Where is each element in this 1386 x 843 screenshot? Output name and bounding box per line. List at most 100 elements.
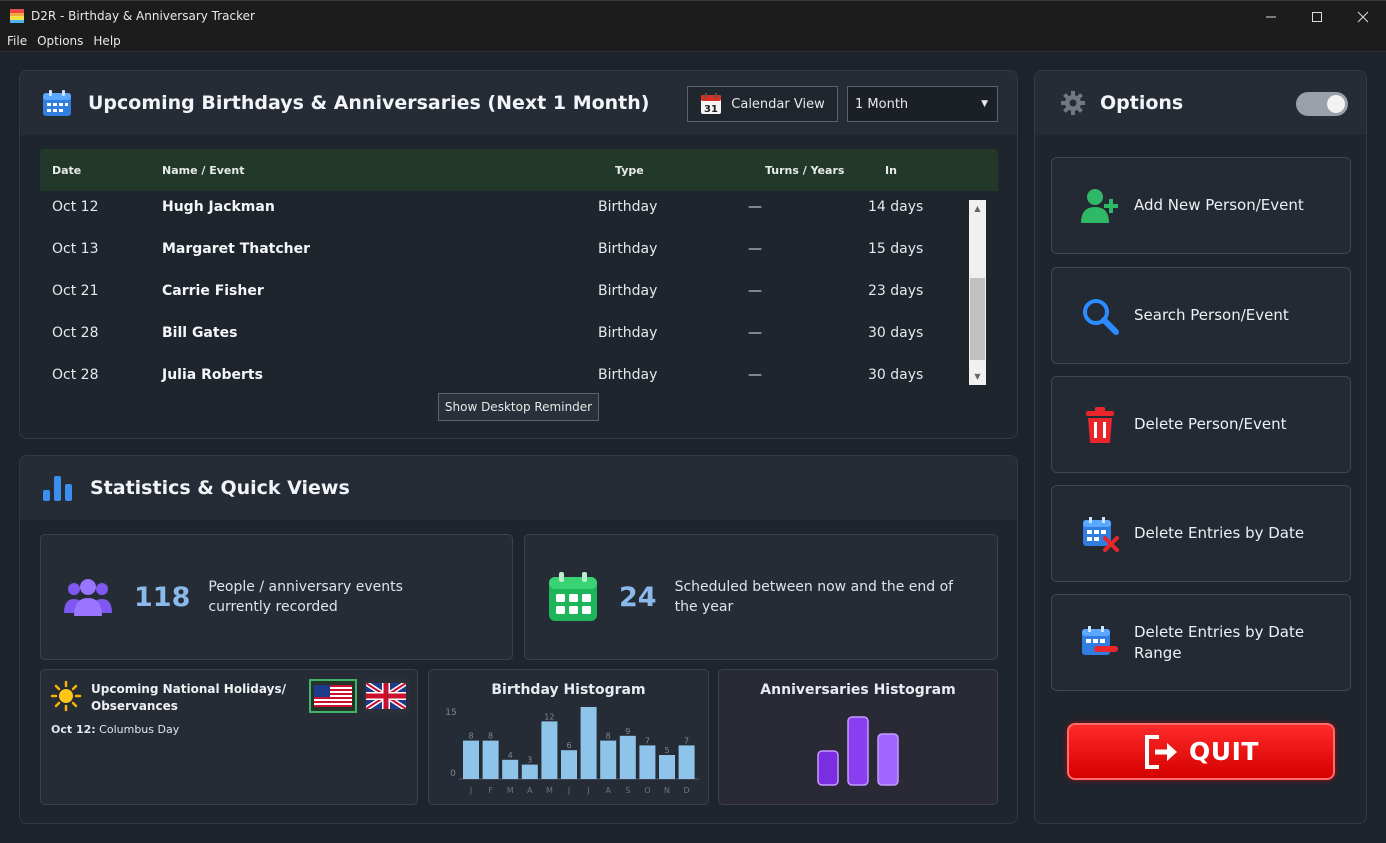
search-icon (1078, 294, 1122, 338)
row-in: 23 days (868, 283, 924, 299)
dropdown-arrow-icon: ▼ (981, 99, 988, 109)
close-button[interactable] (1340, 1, 1386, 32)
gear-icon (1060, 90, 1086, 116)
anniversary-bar (817, 750, 839, 786)
show-desktop-reminder-button[interactable]: Show Desktop Reminder (438, 393, 599, 421)
add-person-button[interactable]: Add New Person/Event (1051, 157, 1351, 254)
table-row[interactable]: Oct 21 Carrie Fisher Birthday — 23 days (40, 272, 965, 314)
people-count-card: 118 People / anniversary events currentl… (40, 534, 513, 660)
maximize-button[interactable] (1294, 1, 1340, 32)
birthday-bar (521, 764, 538, 779)
range-dropdown[interactable]: 1 Month ▼ (847, 86, 998, 122)
title-bar: D2R - Birthday & Anniversary Tracker (0, 0, 1386, 31)
statistics-title: Statistics & Quick Views (90, 477, 350, 499)
row-date: Oct 13 (52, 241, 99, 257)
us-flag-button[interactable] (309, 679, 357, 713)
window-title: D2R - Birthday & Anniversary Tracker (31, 9, 255, 23)
delete-by-date-range-button[interactable]: Delete Entries by Date Range (1051, 594, 1351, 691)
row-turns: — (748, 199, 762, 215)
delete-by-date-range-label: Delete Entries by Date Range (1134, 622, 1305, 662)
table-header: Date Name / Event Type Turns / Years In (40, 149, 998, 191)
calendar-delete-icon (1078, 512, 1122, 556)
anniversaries-histogram-chart (817, 716, 899, 786)
birthday-bar (600, 740, 617, 779)
menu-bar: File Options Help (0, 31, 1386, 52)
upcoming-title: Upcoming Birthdays & Anniversaries (Next… (88, 92, 650, 114)
row-turns: — (748, 325, 762, 341)
statistics-header: Statistics & Quick Views (20, 456, 1017, 520)
minimize-button[interactable] (1248, 1, 1294, 32)
anniversary-bar (877, 733, 899, 786)
birthday-bar-label: 3 (527, 756, 532, 765)
theme-toggle[interactable] (1296, 92, 1348, 116)
table-row[interactable]: Oct 28 Julia Roberts Birthday — 30 days (40, 356, 965, 398)
menu-help[interactable]: Help (88, 34, 125, 48)
row-in: 30 days (868, 367, 924, 383)
sun-icon (50, 680, 82, 712)
month-tick-label: A (605, 786, 611, 795)
col-in[interactable]: In (885, 164, 897, 177)
month-tick-label: J (469, 786, 472, 795)
row-type: Birthday (598, 283, 658, 299)
people-count-desc: People / anniversary events currently re… (208, 579, 403, 615)
col-type[interactable]: Type (615, 164, 644, 177)
scheduled-count-desc: Scheduled between now and the end of the… (674, 579, 954, 615)
row-date: Oct 12 (52, 199, 99, 215)
birthday-bar-label: 8 (606, 732, 611, 741)
month-tick-label: J (567, 786, 570, 795)
row-turns: — (748, 367, 762, 383)
col-date[interactable]: Date (52, 164, 81, 177)
us-flag-icon (314, 685, 352, 707)
table-row[interactable]: Oct 12 Hugh Jackman Birthday — 14 days (40, 188, 965, 230)
calendar-icon (42, 89, 72, 117)
delete-person-button[interactable]: Delete Person/Event (1051, 376, 1351, 473)
options-title: Options (1100, 92, 1184, 114)
scroll-up-icon[interactable]: ▲ (969, 200, 986, 217)
y-axis-max-label: 15 (445, 708, 456, 718)
col-name[interactable]: Name / Event (162, 164, 244, 177)
quit-button[interactable]: QUIT (1067, 723, 1335, 780)
col-turns[interactable]: Turns / Years (765, 164, 844, 177)
holiday-entry-date: Oct 12: (51, 723, 96, 736)
menu-options[interactable]: Options (32, 34, 88, 48)
birthday-bar (639, 745, 656, 779)
scheduled-count-card: 24 Scheduled between now and the end of … (524, 534, 998, 660)
anniversary-bar (847, 716, 869, 786)
table-scrollbar[interactable]: ▲ ▼ (969, 200, 986, 385)
calendar-view-button[interactable]: 31 Calendar View (687, 86, 838, 122)
delete-by-date-button[interactable]: Delete Entries by Date (1051, 485, 1351, 582)
uk-flag-icon (366, 683, 406, 709)
month-tick-label: A (527, 786, 533, 795)
row-type: Birthday (598, 325, 658, 341)
row-in: 30 days (868, 325, 924, 341)
birthday-bar (541, 721, 558, 779)
birthday-bar (619, 735, 636, 779)
birthday-bar (463, 740, 479, 779)
calendar-grid-icon (547, 571, 599, 623)
month-tick-label: M (507, 786, 514, 795)
upcoming-panel: Upcoming Birthdays & Anniversaries (Next… (19, 70, 1018, 439)
month-tick-label: F (488, 786, 493, 795)
menu-file[interactable]: File (2, 34, 32, 48)
row-type: Birthday (598, 241, 658, 257)
exit-icon (1143, 734, 1181, 770)
uk-flag-button[interactable] (363, 679, 409, 713)
month-tick-label: J (586, 786, 589, 795)
scroll-thumb[interactable] (970, 278, 985, 360)
table-row[interactable]: Oct 28 Bill Gates Birthday — 30 days (40, 314, 965, 356)
birthday-bar (482, 740, 499, 779)
add-person-label: Add New Person/Event (1134, 196, 1304, 214)
table-row[interactable]: Oct 13 Margaret Thatcher Birthday — 15 d… (40, 230, 965, 272)
scheduled-count-value: 24 (619, 581, 657, 613)
birthday-bar-label: 9 (625, 727, 630, 736)
birthday-bar-label: 8 (488, 732, 493, 741)
people-count-value: 118 (134, 581, 191, 613)
birthday-bar-label: 5 (664, 746, 669, 755)
row-turns: — (748, 283, 762, 299)
holiday-entry: Oct 12: Columbus Day (51, 723, 179, 736)
row-in: 15 days (868, 241, 924, 257)
scroll-down-icon[interactable]: ▼ (969, 368, 986, 385)
search-person-button[interactable]: Search Person/Event (1051, 267, 1351, 364)
birthday-histogram-chart: 15 0 8 J 8 F 4 M 3 A 12 M 6 J J 8 A 9 S 7 O 5 N 7 D (445, 707, 699, 795)
statistics-panel: Statistics & Quick Views 118 People / an… (19, 455, 1018, 824)
